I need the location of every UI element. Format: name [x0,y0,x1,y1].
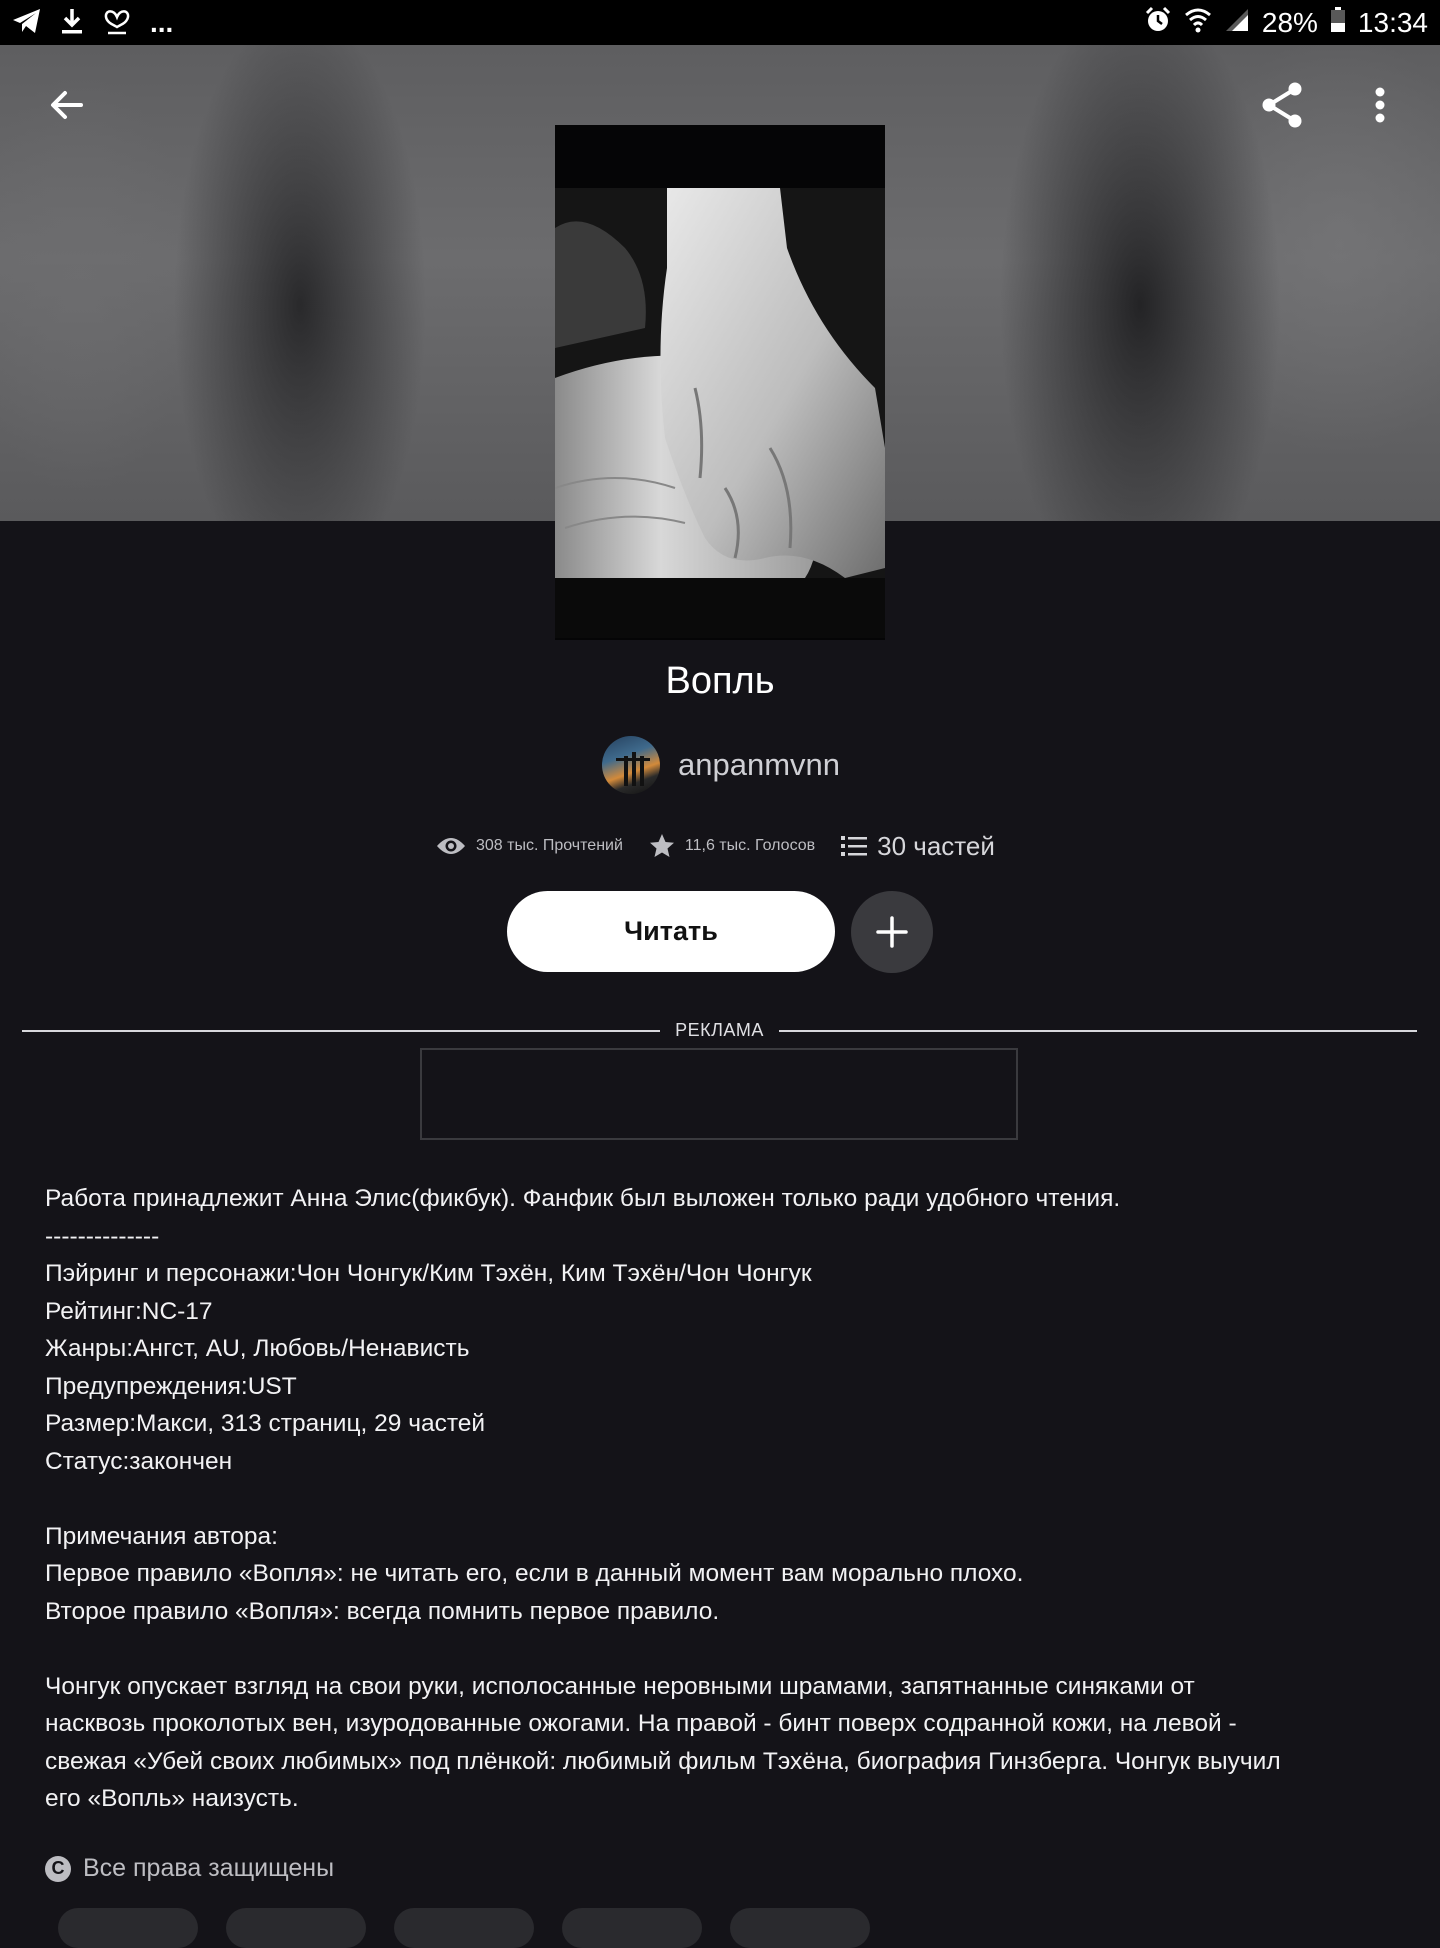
status-time: 13:34 [1357,7,1428,38]
tag-chip[interactable] [730,1908,870,1948]
ad-divider-left [22,1030,660,1032]
story-stats: 308 тыс. Прочтений 11,6 тыс. Голосов 30 … [436,826,1021,866]
description-line: Статус:закончен [45,1447,233,1475]
ad-banner[interactable] [420,1048,1018,1140]
share-icon [1262,82,1302,128]
status-more: ... [150,7,174,38]
signal-icon [1224,7,1250,40]
description-line: Предупреждения:UST [45,1372,297,1400]
story-cover[interactable] [555,125,885,640]
alarm-icon [1144,6,1172,41]
ad-divider-right [779,1030,1417,1032]
star-icon [649,834,674,857]
votes-stat: 11,6 тыс. Голосов [649,833,815,859]
author-name: anpanmvnn [678,747,841,782]
more-button[interactable] [1345,70,1415,140]
parts-stat[interactable]: 30 частей [841,831,995,862]
reads-count: 308 тыс. Прочтений [476,837,623,854]
tag-chip[interactable] [562,1908,702,1948]
parts-count: 30 частей [877,830,995,861]
description-line: Пэйринг и персонажи:Чон Чонгук/Ким Тэхён… [45,1260,812,1287]
description-line: Первое правило «Вопля»: не читать его, е… [45,1560,1024,1587]
description-line: Рейтинг:NC-17 [45,1297,213,1325]
story-title: Вопль [665,660,775,702]
ad-label: РЕКЛАМА [675,1020,764,1040]
reads-stat: 308 тыс. Прочтений [436,835,623,857]
heart-ribbon-icon [102,7,132,40]
add-to-library-button[interactable] [851,891,933,973]
description-line: Чонгук опускает взгляд на свои руки, исп… [45,1672,1195,1700]
description-line: -------------- [45,1222,160,1250]
back-button[interactable] [32,70,102,140]
description-line [45,1480,1415,1518]
description-line: Второе правило «Вопля»: всегда помнить п… [45,1597,720,1625]
battery-percent: 28% [1261,7,1318,38]
list-icon [841,836,868,856]
description-line: насквозь проколотых вен, изуродованные о… [45,1710,1237,1737]
tag-list [58,1908,870,1948]
tag-chip[interactable] [58,1908,198,1948]
description-line [45,1630,1415,1668]
avatar [602,736,660,794]
copyright-notice: C Все права защищены [45,1854,334,1883]
description-line: свежая «Убей своих любимых» под плёнкой:… [45,1747,1281,1775]
votes-count: 11,6 тыс. Голосов [684,837,816,854]
eye-icon [437,838,465,854]
description-line: Примечания автора: [45,1522,278,1550]
download-icon [60,7,84,40]
author-link[interactable]: anpanmvnn [602,735,840,795]
status-left: ... [12,7,174,40]
more-vertical-icon [1375,87,1385,123]
wifi-icon [1184,7,1212,40]
copyright-icon: C [45,1855,71,1882]
description-line: его «Вопль» наизусть. [45,1785,299,1812]
description-line: Жанры:Ангст, AU, Любовь/Ненависть [45,1335,470,1362]
copyright-text: Все права защищены [83,1854,335,1882]
cover-photo [555,188,885,638]
arrow-left-icon [51,91,83,119]
battery-icon [1330,6,1346,40]
tag-chip[interactable] [226,1908,366,1948]
plus-icon [876,916,908,948]
tag-chip[interactable] [394,1908,534,1948]
read-button[interactable]: Читать [507,891,835,972]
description-line: Размер:Макси, 313 страниц, 29 частей [45,1410,486,1437]
story-description: Работа принадлежит Анна Элис(фикбук). Фа… [45,1180,1415,1818]
status-right: 28% 13:34 [1144,6,1428,40]
description-line: Работа принадлежит Анна Элис(фикбук). Фа… [45,1185,1121,1212]
status-bar: ... 28% 13:34 [0,0,1440,45]
telegram-icon [12,8,42,39]
share-button[interactable] [1247,70,1317,140]
